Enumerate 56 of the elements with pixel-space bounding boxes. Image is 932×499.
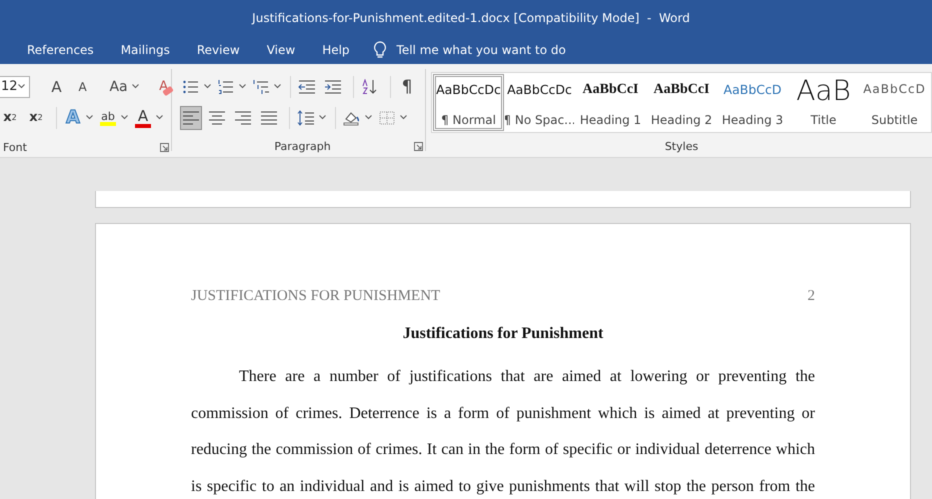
align-right-icon [234, 110, 252, 126]
highlight-button[interactable]: ab [97, 106, 119, 130]
caret-icon[interactable] [365, 115, 372, 120]
ribbon-tab[interactable]: Review [196, 40, 240, 58]
align-left-icon [182, 110, 200, 126]
caret-icon[interactable] [156, 115, 163, 120]
change-case-button[interactable]: Aa [108, 74, 130, 98]
numbered-list-icon [217, 78, 235, 94]
caret-icon[interactable] [132, 84, 139, 89]
ribbon-tab[interactable]: References [27, 40, 94, 58]
style-item[interactable]: AaBbCcI Heading 2 [646, 74, 718, 131]
group-label: Paragraph [274, 140, 331, 152]
style-item[interactable]: AaB Title [788, 74, 860, 131]
bullet-list-icon [182, 78, 200, 94]
decrease-indent-icon [298, 78, 316, 94]
caret-icon[interactable] [400, 115, 407, 120]
page-number: 2 [808, 288, 815, 305]
caret-icon[interactable] [86, 115, 93, 120]
font-color-button[interactable]: A [132, 106, 154, 130]
increase-indent-icon [324, 78, 342, 94]
superscript-button[interactable]: x$^{2}$ [25, 106, 47, 130]
borders-icon [378, 110, 396, 126]
caret-icon[interactable] [274, 84, 281, 89]
ribbon-tab[interactable]: View [266, 40, 296, 58]
window-title: Justifications-for-Punishment.edited-1.docx [Compatibility Mode] - Word [252, 10, 690, 24]
align-center-icon [208, 110, 226, 126]
line-spacing-icon [297, 110, 315, 126]
dialog-launcher-icon[interactable] [414, 142, 424, 150]
search-field[interactable]: Tell me what you want to do [396, 42, 566, 56]
shrink-font-button[interactable]: A [72, 74, 94, 98]
running-head: JUSTIFICATIONS FOR PUNISHMENT [191, 288, 440, 305]
style-item[interactable]: AaBbCcD Subtitle [859, 74, 930, 131]
show-marks-button[interactable]: ¶ [396, 74, 418, 98]
dialog-launcher-icon[interactable] [160, 142, 169, 152]
lightbulb-icon [372, 40, 387, 58]
ribbon-tab[interactable]: Help [322, 40, 350, 58]
document-title: Justifications for Punishment [402, 325, 604, 343]
caret-icon[interactable] [319, 115, 326, 120]
style-item[interactable]: AaBbCcI Heading 1 [575, 74, 646, 131]
group-label: Styles [664, 140, 698, 152]
style-item[interactable]: AaBbCcD Heading 3 [717, 74, 788, 131]
justify-icon [260, 110, 278, 126]
group-label: Font [3, 140, 27, 154]
paint-bucket-icon [343, 110, 361, 126]
caret-icon[interactable] [18, 84, 25, 89]
style-item[interactable]: AaBbCcDc ¶ Normal [433, 74, 504, 131]
ribbon-tab[interactable]: Mailings [120, 40, 170, 58]
font-size-field[interactable]: 12 [0, 76, 30, 98]
caret-icon[interactable] [204, 84, 211, 89]
caret-icon[interactable] [121, 115, 128, 120]
caret-icon[interactable] [239, 84, 246, 89]
grow-font-button[interactable]: A [46, 74, 68, 98]
body-paragraph: There are a number of justifications that are aimed at lowering or preventing the commission of crimes. Deterrence is a form of punishment which is aimed at preventing or reducing the commission of crimes. It can in the form of specific or individual deterrence which is specific to an individual and is aimed to give punishments that will stop the person from the [191, 367, 815, 497]
multilevel-list-icon [252, 78, 270, 94]
sort-icon [361, 78, 379, 94]
align-left-button[interactable] [180, 106, 202, 130]
